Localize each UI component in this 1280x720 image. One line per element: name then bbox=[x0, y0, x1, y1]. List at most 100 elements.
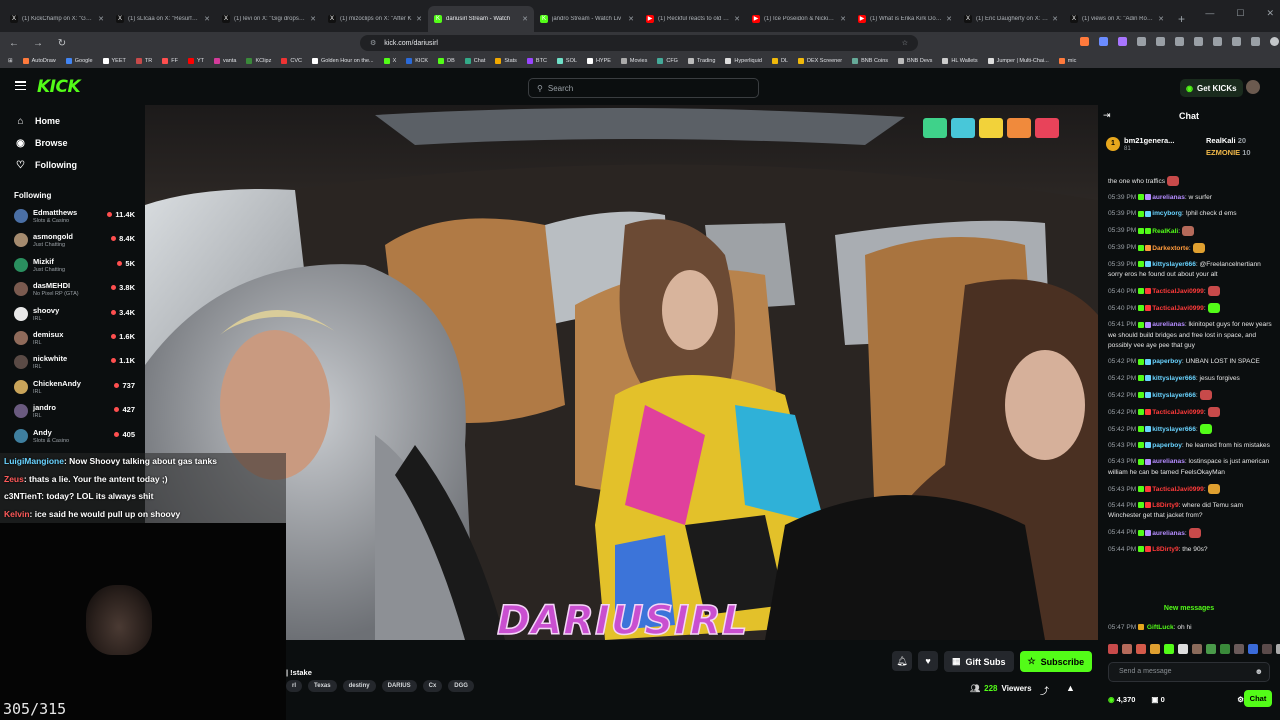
bookmark-item[interactable]: Trading bbox=[687, 58, 715, 64]
sidebar-item-browse[interactable]: ◉ Browse bbox=[0, 132, 143, 154]
emote[interactable] bbox=[1234, 644, 1244, 654]
gift-subs-button[interactable]: ▦ Gift Subs bbox=[944, 651, 1014, 672]
chat-username[interactable]: TacticalJavi0999 bbox=[1152, 288, 1204, 295]
apps-grid-icon[interactable]: ⊞ bbox=[8, 58, 13, 64]
tab-close-icon[interactable]: ✕ bbox=[946, 15, 952, 23]
chat-username[interactable]: aurelianas bbox=[1152, 529, 1185, 536]
extension-icon[interactable] bbox=[1175, 37, 1184, 46]
bell-icon[interactable]: 🔔︎ bbox=[892, 651, 912, 671]
tab-close-icon[interactable]: ✕ bbox=[628, 15, 634, 23]
bookmark-item[interactable]: DL bbox=[771, 58, 788, 64]
tab-close-icon[interactable]: ✕ bbox=[840, 15, 846, 23]
tab-close-icon[interactable]: ✕ bbox=[1158, 15, 1164, 23]
followed-channel[interactable]: shoovy IRL 3.4K bbox=[0, 304, 143, 328]
chat-username[interactable]: RealKali bbox=[1152, 227, 1178, 234]
forward-icon[interactable]: → bbox=[32, 38, 44, 49]
heart-icon[interactable]: ♥ bbox=[918, 651, 938, 671]
chat-username[interactable]: L8Dirty9 bbox=[1152, 546, 1178, 553]
stream-tag[interactable]: DARIUS bbox=[381, 680, 417, 692]
user-avatar[interactable] bbox=[1246, 80, 1260, 94]
bookmark-item[interactable]: Hyperliquid bbox=[725, 58, 762, 64]
extension-icon[interactable] bbox=[1137, 37, 1146, 46]
hamburger-icon[interactable] bbox=[15, 81, 26, 90]
extension-icon[interactable] bbox=[1156, 37, 1165, 46]
bookmark-item[interactable]: DB bbox=[438, 58, 455, 64]
tab-close-icon[interactable]: ✕ bbox=[1052, 15, 1058, 23]
emote[interactable] bbox=[1178, 644, 1188, 654]
bookmark-item[interactable]: Stats bbox=[495, 58, 517, 64]
minimize-icon[interactable]: — bbox=[1205, 8, 1214, 19]
emote[interactable] bbox=[1276, 644, 1280, 654]
back-icon[interactable]: ← bbox=[8, 38, 20, 49]
browser-tab[interactable]: X (1) views on X: "Adin Ross' arr ✕ bbox=[1064, 6, 1170, 32]
stream-tag[interactable]: rl bbox=[286, 680, 303, 692]
chat-username[interactable]: aurelianas bbox=[1152, 194, 1185, 201]
get-kicks-button[interactable]: ◉ Get KICKs bbox=[1180, 79, 1243, 97]
tab-close-icon[interactable]: ✕ bbox=[522, 15, 528, 23]
tab-close-icon[interactable]: ✕ bbox=[310, 15, 316, 23]
chat-username[interactable]: aurelianas bbox=[1152, 458, 1185, 465]
chat-username[interactable]: aurelianas bbox=[1152, 321, 1185, 328]
followed-channel[interactable]: Mizkif Just Chatting 5K bbox=[0, 255, 143, 279]
bookmark-star-icon[interactable]: ☆ bbox=[902, 39, 908, 47]
extension-icon[interactable] bbox=[1118, 37, 1127, 46]
site-info-icon[interactable]: ⚙ bbox=[370, 39, 376, 47]
chat-username[interactable]: kittyslayer666 bbox=[1152, 392, 1196, 399]
sidebar-item-following[interactable]: ♡ Following bbox=[0, 154, 143, 176]
browser-tab[interactable]: X (1) mizoclips on X: "After K ✕ bbox=[322, 6, 428, 32]
chat-username[interactable]: TacticalJavi0999 bbox=[1152, 486, 1204, 493]
bookmark-item[interactable]: AutoDraw bbox=[22, 58, 56, 64]
bookmark-item[interactable]: YEET bbox=[102, 58, 126, 64]
report-icon[interactable]: ▲ bbox=[1066, 683, 1075, 693]
tab-close-icon[interactable]: ✕ bbox=[98, 15, 104, 23]
bookmark-item[interactable]: DEX Screener bbox=[797, 58, 842, 64]
emote[interactable] bbox=[1150, 644, 1160, 654]
gift-box-icon[interactable]: ▣ bbox=[1151, 695, 1158, 704]
followed-channel[interactable]: ChickenAndy IRL 737 bbox=[0, 377, 143, 401]
followed-channel[interactable]: dasMEHDI No Pixel RP (GTA) 3.8K bbox=[0, 279, 143, 303]
bookmark-item[interactable]: BNB Devs bbox=[898, 58, 932, 64]
emote[interactable] bbox=[1136, 644, 1146, 654]
extension-icon[interactable] bbox=[1213, 37, 1222, 46]
chat-username[interactable]: Darkextorte bbox=[1152, 244, 1189, 251]
sidebar-item-home[interactable]: ⌂ Home bbox=[0, 110, 143, 132]
search-input[interactable]: ⚲ Search bbox=[528, 78, 759, 98]
browser-tab[interactable]: ▶ (1) What is Erika Kirk Doing? ✕ bbox=[852, 6, 958, 32]
emote[interactable] bbox=[1248, 644, 1258, 654]
reload-icon[interactable]: ↻ bbox=[56, 38, 68, 49]
browser-tab[interactable]: Kjandro Stream - Watch Liv ✕ bbox=[534, 6, 640, 32]
chat-username[interactable]: TacticalJavi0999 bbox=[1152, 409, 1204, 416]
bookmark-item[interactable]: FF bbox=[162, 58, 178, 64]
bookmark-item[interactable]: KICK bbox=[406, 58, 428, 64]
stream-tag[interactable]: destiny bbox=[342, 680, 376, 692]
stream-tag[interactable]: Cx bbox=[422, 680, 443, 692]
bookmark-item[interactable]: X bbox=[383, 58, 396, 64]
chat-message-input[interactable]: Send a message ☻ bbox=[1108, 662, 1270, 682]
emote[interactable] bbox=[1262, 644, 1272, 654]
bookmark-item[interactable]: CVC bbox=[281, 58, 302, 64]
bookmark-item[interactable]: Google bbox=[65, 58, 93, 64]
bookmark-item[interactable]: mic bbox=[1058, 58, 1076, 64]
bookmark-item[interactable]: SOL bbox=[556, 58, 577, 64]
browser-tab[interactable]: ▶ (1) Reckful reacts to old vods ✕ bbox=[640, 6, 746, 32]
browser-tab[interactable]: X (1) levi on X: "Gigi drops a new ✕ bbox=[216, 6, 322, 32]
tab-close-icon[interactable]: ✕ bbox=[204, 15, 210, 23]
bookmark-item[interactable]: KClipz bbox=[246, 58, 271, 64]
bookmark-item[interactable]: Chat bbox=[464, 58, 485, 64]
new-tab-icon[interactable]: + bbox=[1170, 6, 1193, 32]
bookmark-item[interactable]: vanta bbox=[214, 58, 236, 64]
subscribe-button[interactable]: ☆ Subscribe bbox=[1019, 651, 1093, 672]
extension-icon[interactable] bbox=[1251, 37, 1260, 46]
followed-channel[interactable]: Edmatthews Slots & Casino 11.4K bbox=[0, 206, 143, 230]
emote[interactable] bbox=[1164, 644, 1174, 654]
profile-icon[interactable] bbox=[1270, 37, 1279, 46]
emoji-icon[interactable]: ☻ bbox=[1255, 663, 1263, 681]
chat-username[interactable]: paperboy bbox=[1152, 358, 1182, 365]
bookmark-item[interactable]: HL Wallets bbox=[942, 58, 978, 64]
bookmark-item[interactable]: HYPE bbox=[586, 58, 611, 64]
emote[interactable] bbox=[1122, 644, 1132, 654]
chat-send-button[interactable]: Chat bbox=[1244, 690, 1272, 707]
bookmark-item[interactable]: Jumper | Multi-Chai... bbox=[987, 58, 1049, 64]
bookmark-item[interactable]: CFG bbox=[657, 58, 678, 64]
stream-tag[interactable]: DGG bbox=[448, 680, 474, 692]
